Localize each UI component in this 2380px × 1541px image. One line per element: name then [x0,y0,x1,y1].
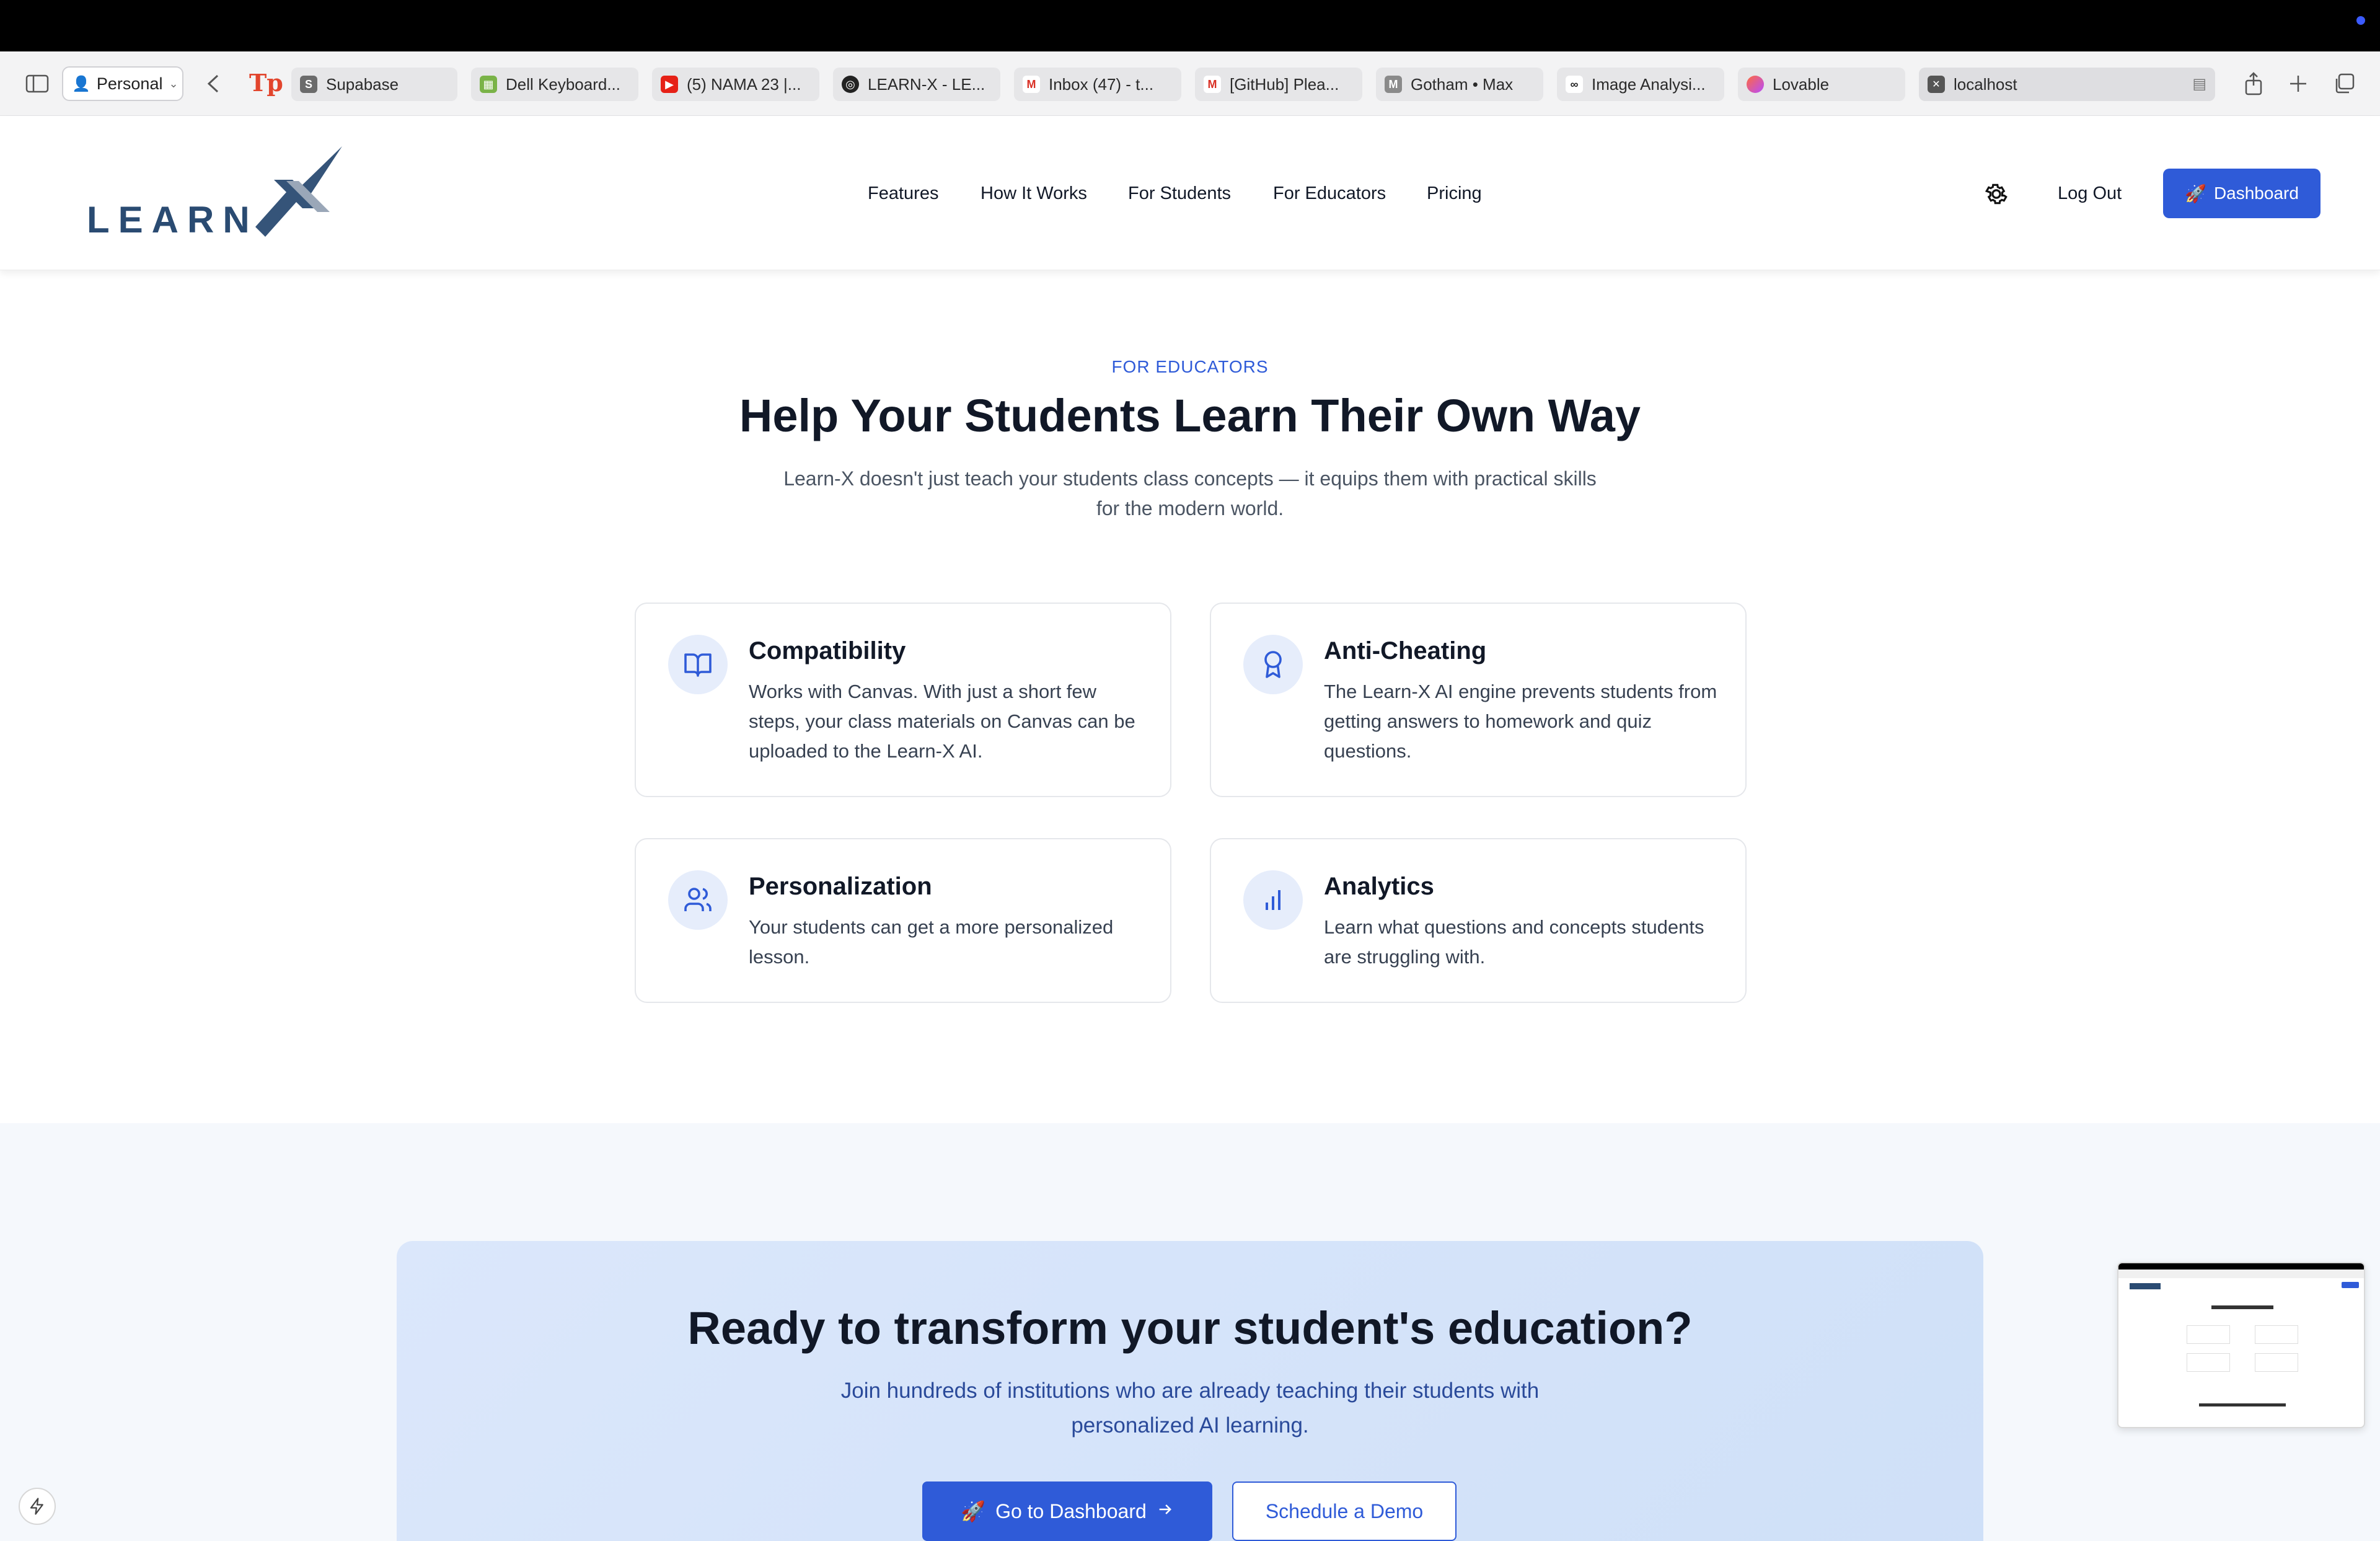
tab-label: Supabase [326,74,399,94]
screenshot-thumbnail[interactable] [2117,1262,2365,1428]
nav-features[interactable]: Features [868,183,938,204]
profile-label: Personal [96,74,163,93]
logo-wordmark: LEARN [87,199,258,241]
logout-button[interactable]: Log Out [2058,183,2122,204]
card-text: The Learn-X AI engine prevents students … [1324,681,1717,762]
tab-label: Image Analysi... [1592,74,1706,94]
arrow-right-icon [1157,1500,1174,1523]
card-text: Learn what questions and concepts studen… [1324,916,1704,968]
nav-how-it-works[interactable]: How It Works [981,183,1087,204]
thumb-card [2255,1353,2298,1372]
bar-chart-icon [1243,870,1303,930]
max-icon: M [1385,76,1402,93]
nav-for-students[interactable]: For Students [1128,183,1231,204]
sidebar-toggle-icon[interactable] [24,70,51,97]
chevron-down-icon: ⌄ [169,77,178,90]
feature-card-anti-cheating: Anti-Cheating The Learn-X AI engine prev… [1210,603,1747,797]
thumb-menubar [2118,1263,2364,1269]
tab-image-analysis[interactable]: ∞ Image Analysi... [1557,68,1724,101]
reader-icon[interactable]: ▤ [2192,75,2206,93]
tab-label: Dell Keyboard... [506,74,620,94]
section-lede: Learn-X doesn't just teach your students… [783,467,1597,519]
sheet-icon: ▦ [480,76,497,93]
thumb-card [2255,1325,2298,1344]
tab-label: Gotham • Max [1411,74,1514,94]
tab-inbox[interactable]: M Inbox (47) - t... [1014,68,1181,101]
tab-label: localhost [1954,74,2017,94]
rocket-icon: 🚀 [2185,183,2206,203]
tp-extension-icon[interactable]: Tp [249,69,283,97]
card-title: Compatibility [749,637,906,665]
gmail-icon: M [1023,76,1040,93]
tab-gotham[interactable]: M Gotham • Max [1376,68,1543,101]
youtube-icon: ▶ [661,76,678,93]
award-icon [1243,635,1303,694]
share-icon[interactable] [2240,70,2267,97]
card-title: Anti-Cheating [1324,637,1487,665]
feature-card-personalization: Personalization Your students can get a … [635,838,1171,1003]
thumb-heading [2199,1403,2286,1406]
tab-supabase[interactable]: S Supabase [291,68,457,101]
localhost-icon: ✕ [1928,76,1945,93]
tab-github-mail[interactable]: M [GitHub] Plea... [1195,68,1362,101]
thumb-tabbar [2118,1269,2364,1278]
profile-switcher[interactable]: 👤 Personal ⌄ [62,66,183,101]
go-to-dashboard-button[interactable]: 🚀 Go to Dashboard [922,1481,1212,1541]
system-menubar [0,0,2380,51]
new-tab-icon[interactable] [2285,70,2312,97]
openai-icon: ◎ [842,76,859,93]
lightning-icon[interactable] [19,1488,56,1525]
cta-text: Join hundreds of institutions who are al… [840,1379,1540,1437]
tab-lovable[interactable]: Lovable [1738,68,1905,101]
tab-label: Inbox (47) - t... [1049,74,1154,94]
card-text: Works with Canvas. With just a short few… [749,681,1135,762]
tab-learnx[interactable]: ◎ LEARN-X - LE... [833,68,1000,101]
lovable-icon [1747,76,1764,93]
thumb-button [2342,1282,2359,1288]
vision-icon: ∞ [1566,76,1583,93]
section-eyebrow: FOR EDUCATORS [1111,357,1269,376]
tab-label: Lovable [1773,74,1830,94]
person-icon: 👤 [72,75,90,92]
feature-card-analytics: Analytics Learn what questions and conce… [1210,838,1747,1003]
supabase-icon: S [300,76,317,93]
thumb-logo [2130,1283,2161,1289]
status-dot [2356,16,2365,25]
learnx-logo[interactable]: LEARN [87,144,347,241]
users-icon [668,870,728,930]
site-header: LEARN Features How It Works For Students… [0,117,2380,270]
card-title: Personalization [749,873,932,900]
card-title: Analytics [1324,873,1434,900]
tab-overview-icon[interactable] [2330,70,2358,97]
browser-tabbar: 👤 Personal ⌄ Tp S Supabase ▦ Dell Keyboa… [0,51,2380,116]
thumb-heading [2211,1305,2273,1309]
nav-pricing[interactable]: Pricing [1427,183,1482,204]
card-text: Your students can get a more personalize… [749,916,1114,968]
gear-icon[interactable] [1983,181,2009,207]
tab-dell-keyboard[interactable]: ▦ Dell Keyboard... [471,68,638,101]
rocket-icon: 🚀 [961,1500,986,1522]
logo-x-mark [255,146,342,237]
book-icon [668,635,728,694]
gmail-icon: M [1204,76,1221,93]
section-title: Help Your Students Learn Their Own Way [739,390,1641,441]
thumb-card [2187,1325,2230,1344]
button-label: Go to Dashboard [995,1499,1147,1522]
cta-title: Ready to transform your student's educat… [687,1302,1693,1354]
back-icon[interactable] [200,70,227,97]
tab-localhost[interactable]: ✕ localhost ▤ [1919,68,2215,101]
tab-label: [GitHub] Plea... [1230,74,1339,94]
tab-youtube[interactable]: ▶ (5) NAMA 23 |... [652,68,819,101]
thumb-card [2187,1353,2230,1372]
cta-panel: Ready to transform your student's educat… [397,1241,1983,1541]
schedule-demo-button[interactable]: Schedule a Demo [1232,1481,1457,1541]
tab-label: (5) NAMA 23 |... [687,74,801,94]
dashboard-label: Dashboard [2213,183,2299,203]
dashboard-button[interactable]: 🚀 Dashboard [2163,169,2320,218]
nav-for-educators[interactable]: For Educators [1273,183,1386,204]
tab-label: LEARN-X - LE... [868,74,985,94]
feature-card-compatibility: Compatibility Works with Canvas. With ju… [635,603,1171,797]
